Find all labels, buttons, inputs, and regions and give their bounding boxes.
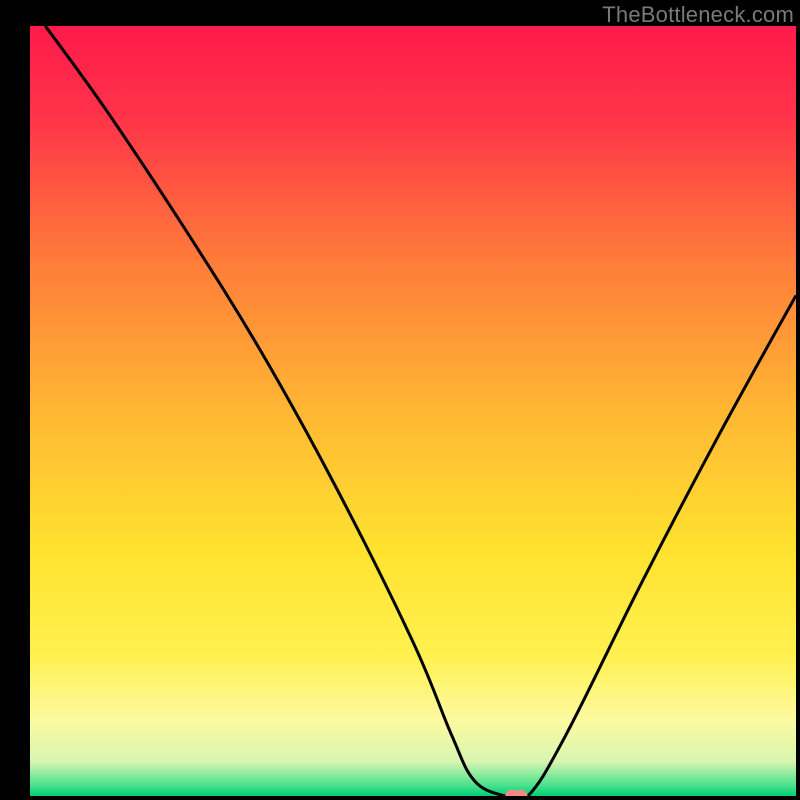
chart-frame: TheBottleneck.com: [0, 0, 800, 800]
gradient-background: [30, 26, 796, 796]
plot-area: [30, 26, 796, 796]
optimum-marker: [505, 790, 527, 796]
bottleneck-chart: [30, 26, 796, 796]
watermark-text: TheBottleneck.com: [602, 2, 794, 28]
